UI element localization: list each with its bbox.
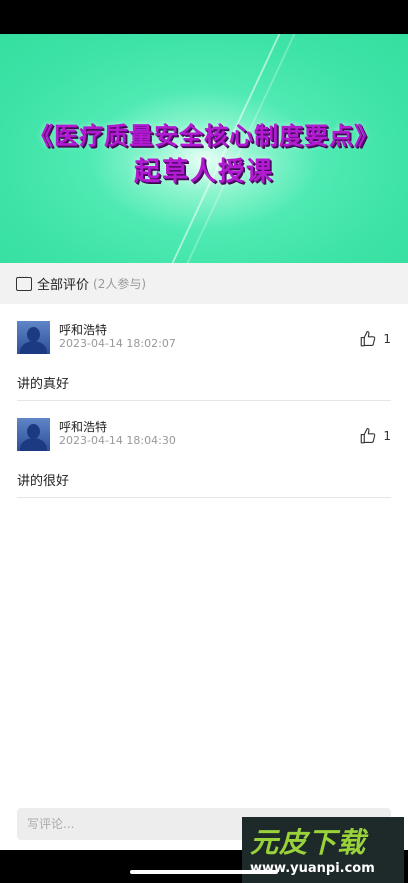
comment-item: 呼和浩特 2023-04-14 18:02:07 1 讲的真好 [17, 304, 391, 401]
comment-author: 呼和浩特 [59, 323, 108, 337]
comments-title: 全部评价 [37, 278, 90, 293]
comments-header: 全部评价 (2人参与) [0, 263, 408, 304]
participant-count: (2人参与) [93, 277, 147, 291]
avatar[interactable] [17, 418, 50, 451]
watermark-logo: 元皮下载 [250, 826, 367, 859]
like-button[interactable]: 1 [359, 427, 391, 445]
video-title-line2: 起草人授课 [133, 157, 274, 187]
home-indicator[interactable] [130, 870, 278, 874]
comment-time: 2023-04-14 18:04:30 [59, 434, 176, 447]
video-player[interactable]: 《医疗质量安全核心制度要点》 起草人授课 [0, 34, 408, 263]
comment-author: 呼和浩特 [59, 420, 108, 434]
like-button[interactable]: 1 [359, 330, 391, 348]
like-count: 1 [383, 332, 391, 346]
comments-panel: 全部评价 (2人参与) 呼和浩特 2023-04-14 18:02:07 1 讲… [0, 263, 408, 850]
status-bar [0, 0, 408, 34]
comment-item: 呼和浩特 2023-04-14 18:04:30 1 讲的很好 [17, 401, 391, 498]
comment-time: 2023-04-14 18:02:07 [59, 337, 176, 350]
thumbs-up-icon [361, 427, 376, 444]
thumbs-up-icon [361, 330, 376, 347]
like-count: 1 [383, 429, 391, 443]
video-title-line1: 《医疗质量安全核心制度要点》 [29, 122, 379, 150]
comment-text: 讲的真好 [17, 377, 70, 392]
avatar[interactable] [17, 321, 50, 354]
comment-text: 讲的很好 [17, 474, 70, 489]
comment-icon [16, 273, 32, 291]
